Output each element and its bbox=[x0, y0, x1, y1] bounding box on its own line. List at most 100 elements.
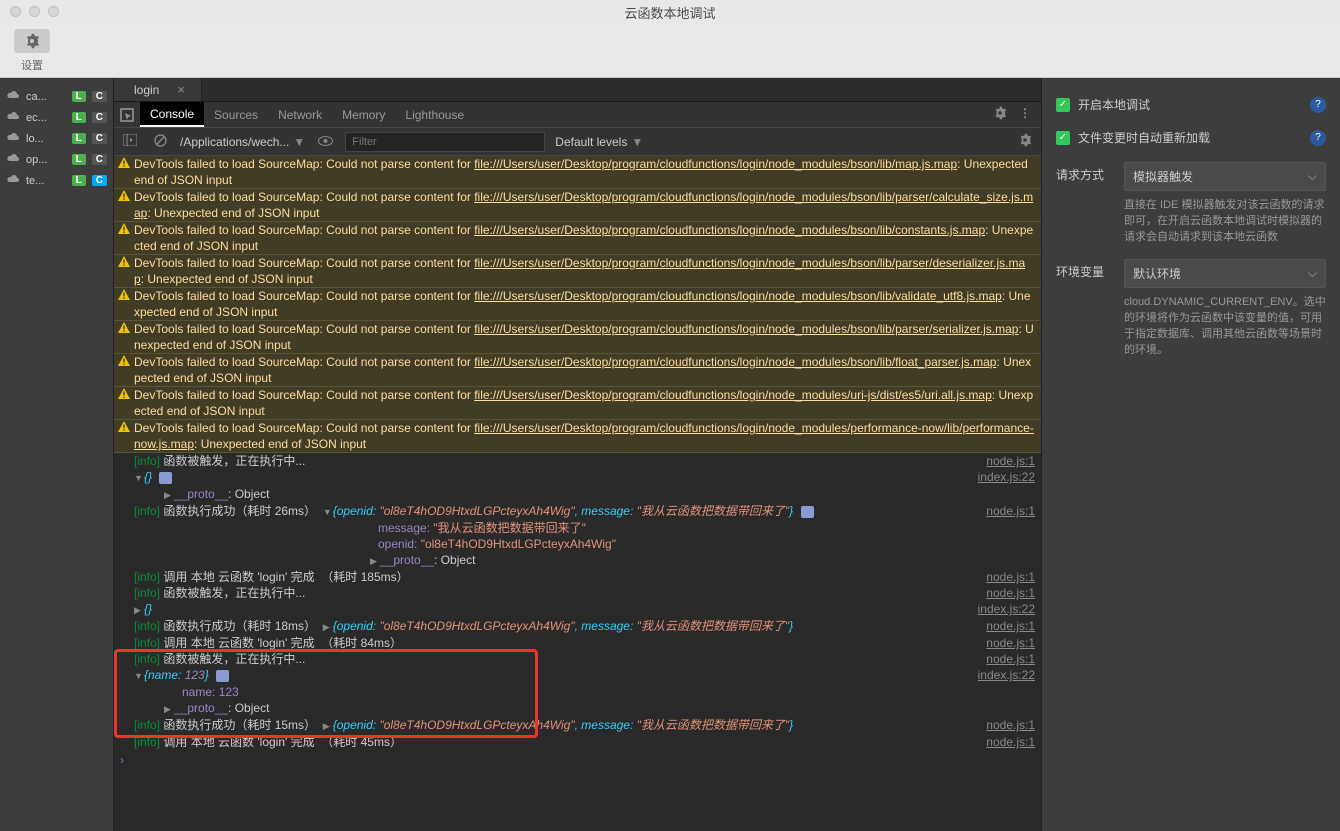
close-window-icon[interactable] bbox=[10, 6, 21, 17]
devtools-tab-sources[interactable]: Sources bbox=[204, 102, 268, 127]
functions-sidebar: ca...LCec...LClo...LCop...LCte...LC bbox=[0, 78, 114, 831]
copy-icon[interactable] bbox=[801, 506, 814, 518]
local-badge: L bbox=[72, 112, 86, 123]
console-log[interactable]: openid: "ol8eT4hOD9HtxdLGPcteyxAh4Wig" bbox=[114, 536, 1041, 552]
field-description: cloud.DYNAMIC_CURRENT_ENV。选中的环境将作为云函数中该变… bbox=[1124, 294, 1326, 358]
source-link[interactable]: index.js:22 bbox=[968, 601, 1035, 618]
request-mode-select[interactable]: 模拟器触发 ⌵ bbox=[1124, 162, 1326, 191]
console-log[interactable]: [info] 函数被触发，正在执行中...node.js:1 bbox=[114, 651, 1041, 667]
console-warning[interactable]: DevTools failed to load SourceMap: Could… bbox=[114, 254, 1041, 288]
source-link[interactable]: node.js:1 bbox=[976, 618, 1035, 635]
console-prompt[interactable]: › bbox=[114, 750, 1041, 770]
copy-icon[interactable] bbox=[159, 472, 172, 484]
console-warning[interactable]: DevTools failed to load SourceMap: Could… bbox=[114, 419, 1041, 453]
auto-reload-checkbox[interactable]: ✓ 文件变更时自动重新加载 ? bbox=[1056, 129, 1326, 146]
settings-label: 设置 bbox=[21, 57, 43, 73]
source-link[interactable]: node.js:1 bbox=[976, 717, 1035, 734]
request-mode-field: 请求方式 模拟器触发 ⌵ 直接在 IDE 模拟器触发对该云函数的请求即可，在开启… bbox=[1056, 162, 1326, 245]
console-output[interactable]: DevTools failed to load SourceMap: Could… bbox=[114, 156, 1041, 831]
source-link[interactable]: node.js:1 bbox=[976, 569, 1035, 585]
function-item[interactable]: te... LC bbox=[0, 170, 113, 191]
console-warning[interactable]: DevTools failed to load SourceMap: Could… bbox=[114, 221, 1041, 255]
help-icon[interactable]: ? bbox=[1310, 130, 1326, 146]
live-expression-icon[interactable] bbox=[315, 135, 335, 149]
check-icon: ✓ bbox=[1056, 131, 1070, 145]
console-log[interactable]: {}index.js:22 bbox=[114, 601, 1041, 618]
source-link[interactable]: node.js:1 bbox=[976, 585, 1035, 601]
cloud-badge: C bbox=[92, 175, 107, 186]
source-link[interactable]: node.js:1 bbox=[976, 651, 1035, 667]
log-levels-selector[interactable]: Default levels▼ bbox=[555, 135, 643, 149]
cloud-icon bbox=[6, 153, 20, 166]
console-warning[interactable]: DevTools failed to load SourceMap: Could… bbox=[114, 287, 1041, 321]
context-selector[interactable]: /Applications/wech...▼ bbox=[180, 135, 305, 149]
console-log[interactable]: [info] 函数执行成功（耗时 15ms） {openid: "ol8eT4h… bbox=[114, 717, 1041, 734]
cloud-badge: C bbox=[92, 91, 107, 102]
source-link[interactable]: node.js:1 bbox=[976, 635, 1035, 651]
gear-icon[interactable] bbox=[1015, 133, 1035, 150]
console-log[interactable]: {name: 123} index.js:22 bbox=[114, 667, 1041, 684]
function-item[interactable]: lo...LC bbox=[0, 128, 113, 149]
source-link[interactable]: index.js:22 bbox=[968, 469, 1035, 486]
chevron-down-icon: ⌵ bbox=[1308, 266, 1317, 281]
console-log[interactable]: [info] 函数执行成功（耗时 26ms） {openid: "ol8eT4h… bbox=[114, 503, 1041, 520]
settings-button[interactable]: 设置 bbox=[14, 29, 50, 73]
console-log[interactable]: [info] 调用 本地 云函数 'login' 完成 （耗时 84ms）nod… bbox=[114, 635, 1041, 651]
filter-input[interactable] bbox=[345, 132, 545, 152]
function-item[interactable]: op...LC bbox=[0, 149, 113, 170]
devtools-tab-network[interactable]: Network bbox=[268, 102, 332, 127]
function-name: op... bbox=[26, 154, 66, 166]
editor-tabs: login × bbox=[114, 78, 1041, 102]
source-link[interactable]: node.js:1 bbox=[976, 503, 1035, 520]
console-log[interactable]: [info] 调用 本地 云函数 'login' 完成 （耗时 185ms）no… bbox=[114, 569, 1041, 585]
function-name: ec... bbox=[26, 112, 66, 124]
console-log[interactable]: name: 123 bbox=[114, 684, 1041, 700]
minimize-window-icon[interactable] bbox=[29, 6, 40, 17]
console-log[interactable]: __proto__: Object bbox=[114, 552, 1041, 569]
devtools-tab-memory[interactable]: Memory bbox=[332, 102, 395, 127]
gear-icon bbox=[14, 29, 50, 53]
tab-login[interactable]: login × bbox=[114, 78, 202, 101]
source-link[interactable]: node.js:1 bbox=[976, 734, 1035, 750]
app-toolbar: 设置 bbox=[0, 24, 1340, 78]
traffic-lights[interactable] bbox=[10, 6, 59, 17]
console-warning[interactable]: DevTools failed to load SourceMap: Could… bbox=[114, 353, 1041, 387]
console-warning[interactable]: DevTools failed to load SourceMap: Could… bbox=[114, 386, 1041, 420]
console-log[interactable]: [info] 函数执行成功（耗时 18ms） {openid: "ol8eT4h… bbox=[114, 618, 1041, 635]
enable-local-debug-checkbox[interactable]: ✓ 开启本地调试 ? bbox=[1056, 96, 1326, 113]
env-var-select[interactable]: 默认环境 ⌵ bbox=[1124, 259, 1326, 288]
close-icon[interactable]: × bbox=[177, 82, 185, 97]
devtools-tab-console[interactable]: Console bbox=[140, 102, 204, 127]
console-log[interactable]: __proto__: Object bbox=[114, 486, 1041, 503]
chevron-down-icon: ⌵ bbox=[1308, 169, 1317, 184]
function-name: te... bbox=[26, 175, 66, 187]
window-title: 云函数本地调试 bbox=[624, 3, 715, 22]
field-label: 环境变量 bbox=[1056, 259, 1112, 358]
console-log[interactable]: __proto__: Object bbox=[114, 700, 1041, 717]
console-log[interactable]: {} index.js:22 bbox=[114, 469, 1041, 486]
source-link[interactable]: index.js:22 bbox=[968, 667, 1035, 684]
console-warning[interactable]: DevTools failed to load SourceMap: Could… bbox=[114, 320, 1041, 354]
source-link[interactable]: node.js:1 bbox=[976, 453, 1035, 469]
gear-icon[interactable] bbox=[993, 106, 1007, 123]
zoom-window-icon[interactable] bbox=[48, 6, 59, 17]
help-icon[interactable]: ? bbox=[1310, 97, 1326, 113]
clear-console-icon[interactable] bbox=[150, 134, 170, 150]
field-label: 请求方式 bbox=[1056, 162, 1112, 245]
console-log[interactable]: message: "我从云函数把数据带回来了" bbox=[114, 520, 1041, 536]
console-log[interactable]: [info] 调用 本地 云函数 'login' 完成 （耗时 45ms）nod… bbox=[114, 734, 1041, 750]
env-var-field: 环境变量 默认环境 ⌵ cloud.DYNAMIC_CURRENT_ENV。选中… bbox=[1056, 259, 1326, 358]
console-warning[interactable]: DevTools failed to load SourceMap: Could… bbox=[114, 156, 1041, 189]
function-item[interactable]: ca...LC bbox=[0, 86, 113, 107]
console-log[interactable]: [info] 函数被触发，正在执行中...node.js:1 bbox=[114, 453, 1041, 469]
more-icon[interactable]: ⋮ bbox=[1019, 106, 1031, 123]
devtools-tab-lighthouse[interactable]: Lighthouse bbox=[395, 102, 474, 127]
local-badge: L bbox=[72, 91, 86, 102]
local-badge: L bbox=[72, 175, 86, 186]
inspect-icon[interactable] bbox=[114, 108, 140, 122]
toggle-sidebar-icon[interactable] bbox=[120, 134, 140, 149]
console-log[interactable]: [info] 函数被触发，正在执行中...node.js:1 bbox=[114, 585, 1041, 601]
copy-icon[interactable] bbox=[216, 670, 229, 682]
console-warning[interactable]: DevTools failed to load SourceMap: Could… bbox=[114, 188, 1041, 222]
function-item[interactable]: ec...LC bbox=[0, 107, 113, 128]
